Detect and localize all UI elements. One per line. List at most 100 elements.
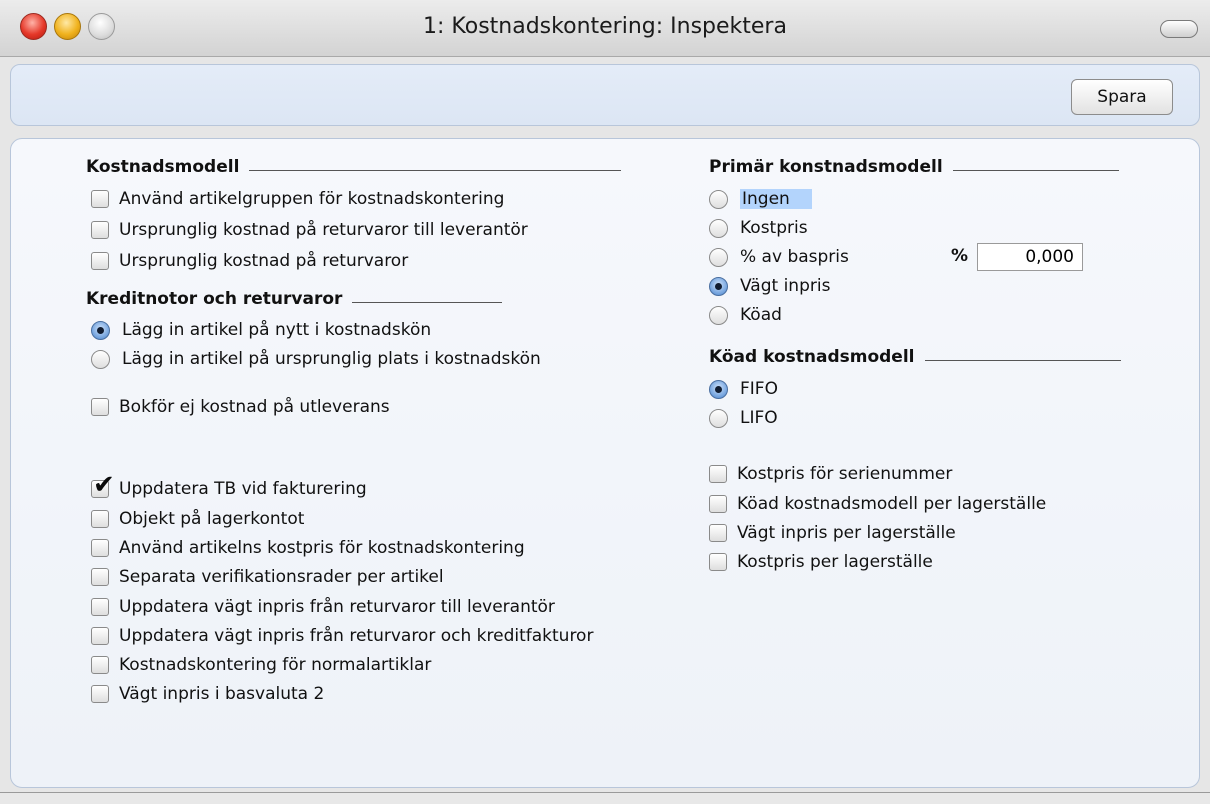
credit-notes-heading-label: Kreditnotor och returvaror	[86, 289, 343, 309]
checkbox-normal-items-costing[interactable]: Kostnadskontering för normalartiklar	[91, 652, 431, 678]
checkbox-box[interactable]	[91, 598, 109, 616]
primary-model-heading-label: Primär konstnadsmodell	[709, 157, 943, 177]
radio-primary-percent-base[interactable]: % av baspris	[709, 244, 849, 270]
cost-model-heading-label: Kostnadsmodell	[86, 157, 240, 177]
checkbox-label: Vägt inpris per lagerställe	[737, 523, 956, 543]
radio-label: LIFO	[740, 408, 778, 428]
radio-button[interactable]	[709, 218, 728, 238]
window: 1: Kostnadskontering: Inspektera Spara K…	[0, 0, 1210, 793]
radio-label: Kostpris	[740, 218, 808, 238]
checkbox-label: Kostnadskontering för normalartiklar	[119, 655, 432, 675]
checkmark-icon: ✔	[93, 470, 115, 500]
radio-requeue-item[interactable]: Lägg in artikel på nytt i kostnadskön	[91, 317, 431, 343]
checkbox-separate-rows[interactable]: Separata verifikationsrader per artikel	[91, 564, 444, 590]
checkbox-box[interactable]	[91, 685, 109, 703]
radio-primary-cost-price[interactable]: Kostpris	[709, 215, 808, 241]
checkbox-update-tb[interactable]: ✔ Uppdatera TB vid fakturering	[91, 472, 367, 502]
checkbox-weighted-base-currency-2[interactable]: Vägt inpris i basvaluta 2	[91, 681, 324, 707]
divider	[924, 359, 1121, 361]
radio-button[interactable]	[709, 247, 728, 267]
radio-button[interactable]	[91, 349, 110, 369]
checkbox-box[interactable]	[91, 252, 109, 270]
checkbox-cost-price-serial[interactable]: Kostpris för serienummer	[709, 461, 952, 487]
checkbox-weighted-per-location[interactable]: Vägt inpris per lagerställe	[709, 520, 956, 546]
checkbox-box[interactable]	[709, 524, 727, 542]
checkbox-label: Uppdatera vägt inpris från returvaror ti…	[119, 597, 555, 617]
checkbox-box[interactable]	[709, 495, 727, 513]
checkbox-label: Objekt på lagerkontot	[119, 509, 305, 529]
checkbox-box[interactable]	[91, 190, 109, 208]
credit-notes-heading: Kreditnotor och returvaror	[86, 289, 503, 309]
radio-selected-dot	[715, 282, 722, 290]
cost-model-heading: Kostnadsmodell	[86, 157, 622, 177]
checkbox-box[interactable]	[91, 656, 109, 674]
checkbox-update-weighted-returns-credit[interactable]: Uppdatera vägt inpris från returvaror oc…	[91, 623, 593, 649]
radio-label: % av baspris	[740, 247, 849, 267]
divider	[952, 169, 1119, 171]
radio-button[interactable]	[709, 276, 728, 296]
checkbox-label: Separata verifikationsrader per artikel	[119, 567, 444, 587]
checkbox-label: Uppdatera TB vid fakturering	[119, 479, 367, 499]
radio-original-position[interactable]: Lägg in artikel på ursprunglig plats i k…	[91, 346, 554, 372]
checkbox-box[interactable]	[91, 221, 109, 239]
checkbox-update-weighted-supplier-returns[interactable]: Uppdatera vägt inpris från returvaror ti…	[91, 594, 555, 620]
checkbox-label: Ursprunglig kostnad på returvaror	[119, 251, 409, 271]
header-panel: Spara	[10, 64, 1200, 126]
radio-label: Lägg in artikel på ursprunglig plats i k…	[122, 349, 541, 369]
radio-label: FIFO	[740, 379, 778, 399]
radio-button[interactable]	[709, 305, 728, 325]
divider	[249, 169, 622, 171]
queued-model-heading-label: Köad kostnadsmodell	[709, 347, 915, 367]
checkbox-use-item-cost-price[interactable]: Använd artikelns kostpris för kostnadsko…	[91, 535, 555, 561]
radio-label: Lägg in artikel på nytt i kostnadskön	[122, 320, 432, 340]
checkbox-queued-per-location[interactable]: Köad kostnadsmodell per lagerställe	[709, 491, 1046, 517]
checkbox-label: Bokför ej kostnad på utleverans	[119, 397, 390, 417]
radio-primary-none[interactable]: Ingen	[709, 186, 812, 212]
checkbox-box[interactable]	[709, 465, 727, 483]
checkbox-label: Kostpris för serienummer	[737, 464, 953, 484]
checkbox-box[interactable]	[91, 510, 109, 528]
radio-selected-dot	[715, 385, 722, 393]
radio-button[interactable]	[709, 379, 728, 399]
radio-label: Köad	[740, 305, 782, 325]
radio-primary-weighted[interactable]: Vägt inpris	[709, 273, 830, 299]
checkbox-label: Använd artikelns kostpris för kostnadsko…	[119, 538, 525, 558]
toolbar-toggle-button[interactable]	[1160, 20, 1198, 38]
divider	[352, 301, 503, 303]
radio-button[interactable]	[709, 189, 728, 209]
checkbox-label: Ursprunglig kostnad på returvaror till l…	[119, 220, 528, 240]
checkbox-cost-price-per-location[interactable]: Kostpris per lagerställe	[709, 549, 933, 575]
checkbox-box[interactable]: ✔	[91, 472, 115, 498]
radio-label: Ingen	[740, 189, 812, 209]
settings-panel: Kostnadsmodell Använd artikelgruppen för…	[10, 138, 1200, 788]
percent-of-base-input[interactable]	[977, 243, 1083, 271]
radio-button[interactable]	[709, 408, 728, 428]
queued-model-heading: Köad kostnadsmodell	[709, 347, 1121, 367]
checkbox-original-cost-returns[interactable]: Ursprunglig kostnad på returvaror	[91, 248, 408, 274]
percent-symbol: %	[951, 246, 969, 266]
checkbox-box[interactable]	[91, 398, 109, 416]
checkbox-no-cost-on-delivery[interactable]: Bokför ej kostnad på utleverans	[91, 394, 390, 420]
checkbox-label: Uppdatera vägt inpris från returvaror oc…	[119, 626, 594, 646]
title-bar: 1: Kostnadskontering: Inspektera	[0, 0, 1210, 57]
save-button[interactable]: Spara	[1071, 79, 1173, 115]
radio-label: Vägt inpris	[740, 276, 831, 296]
radio-fifo[interactable]: FIFO	[709, 376, 778, 402]
checkbox-object-stock-account[interactable]: Objekt på lagerkontot	[91, 506, 304, 532]
radio-selected-dot	[97, 326, 104, 334]
window-title: 1: Kostnadskontering: Inspektera	[423, 14, 787, 39]
radio-primary-queued[interactable]: Köad	[709, 302, 782, 328]
checkbox-original-cost-supplier-returns[interactable]: Ursprunglig kostnad på returvaror till l…	[91, 217, 528, 243]
checkbox-box[interactable]	[91, 568, 109, 586]
checkbox-box[interactable]	[91, 539, 109, 557]
checkbox-box[interactable]	[91, 627, 109, 645]
radio-button[interactable]	[91, 320, 110, 340]
checkbox-label: Köad kostnadsmodell per lagerställe	[737, 494, 1047, 514]
checkbox-box[interactable]	[709, 553, 727, 571]
checkbox-label: Vägt inpris i basvaluta 2	[119, 684, 325, 704]
checkbox-use-item-group[interactable]: Använd artikelgruppen för kostnadskonter…	[91, 186, 504, 212]
radio-lifo[interactable]: LIFO	[709, 405, 778, 431]
checkbox-label: Kostpris per lagerställe	[737, 552, 933, 572]
checkbox-label: Använd artikelgruppen för kostnadskonter…	[119, 189, 505, 209]
primary-model-heading: Primär konstnadsmodell	[709, 157, 1119, 177]
